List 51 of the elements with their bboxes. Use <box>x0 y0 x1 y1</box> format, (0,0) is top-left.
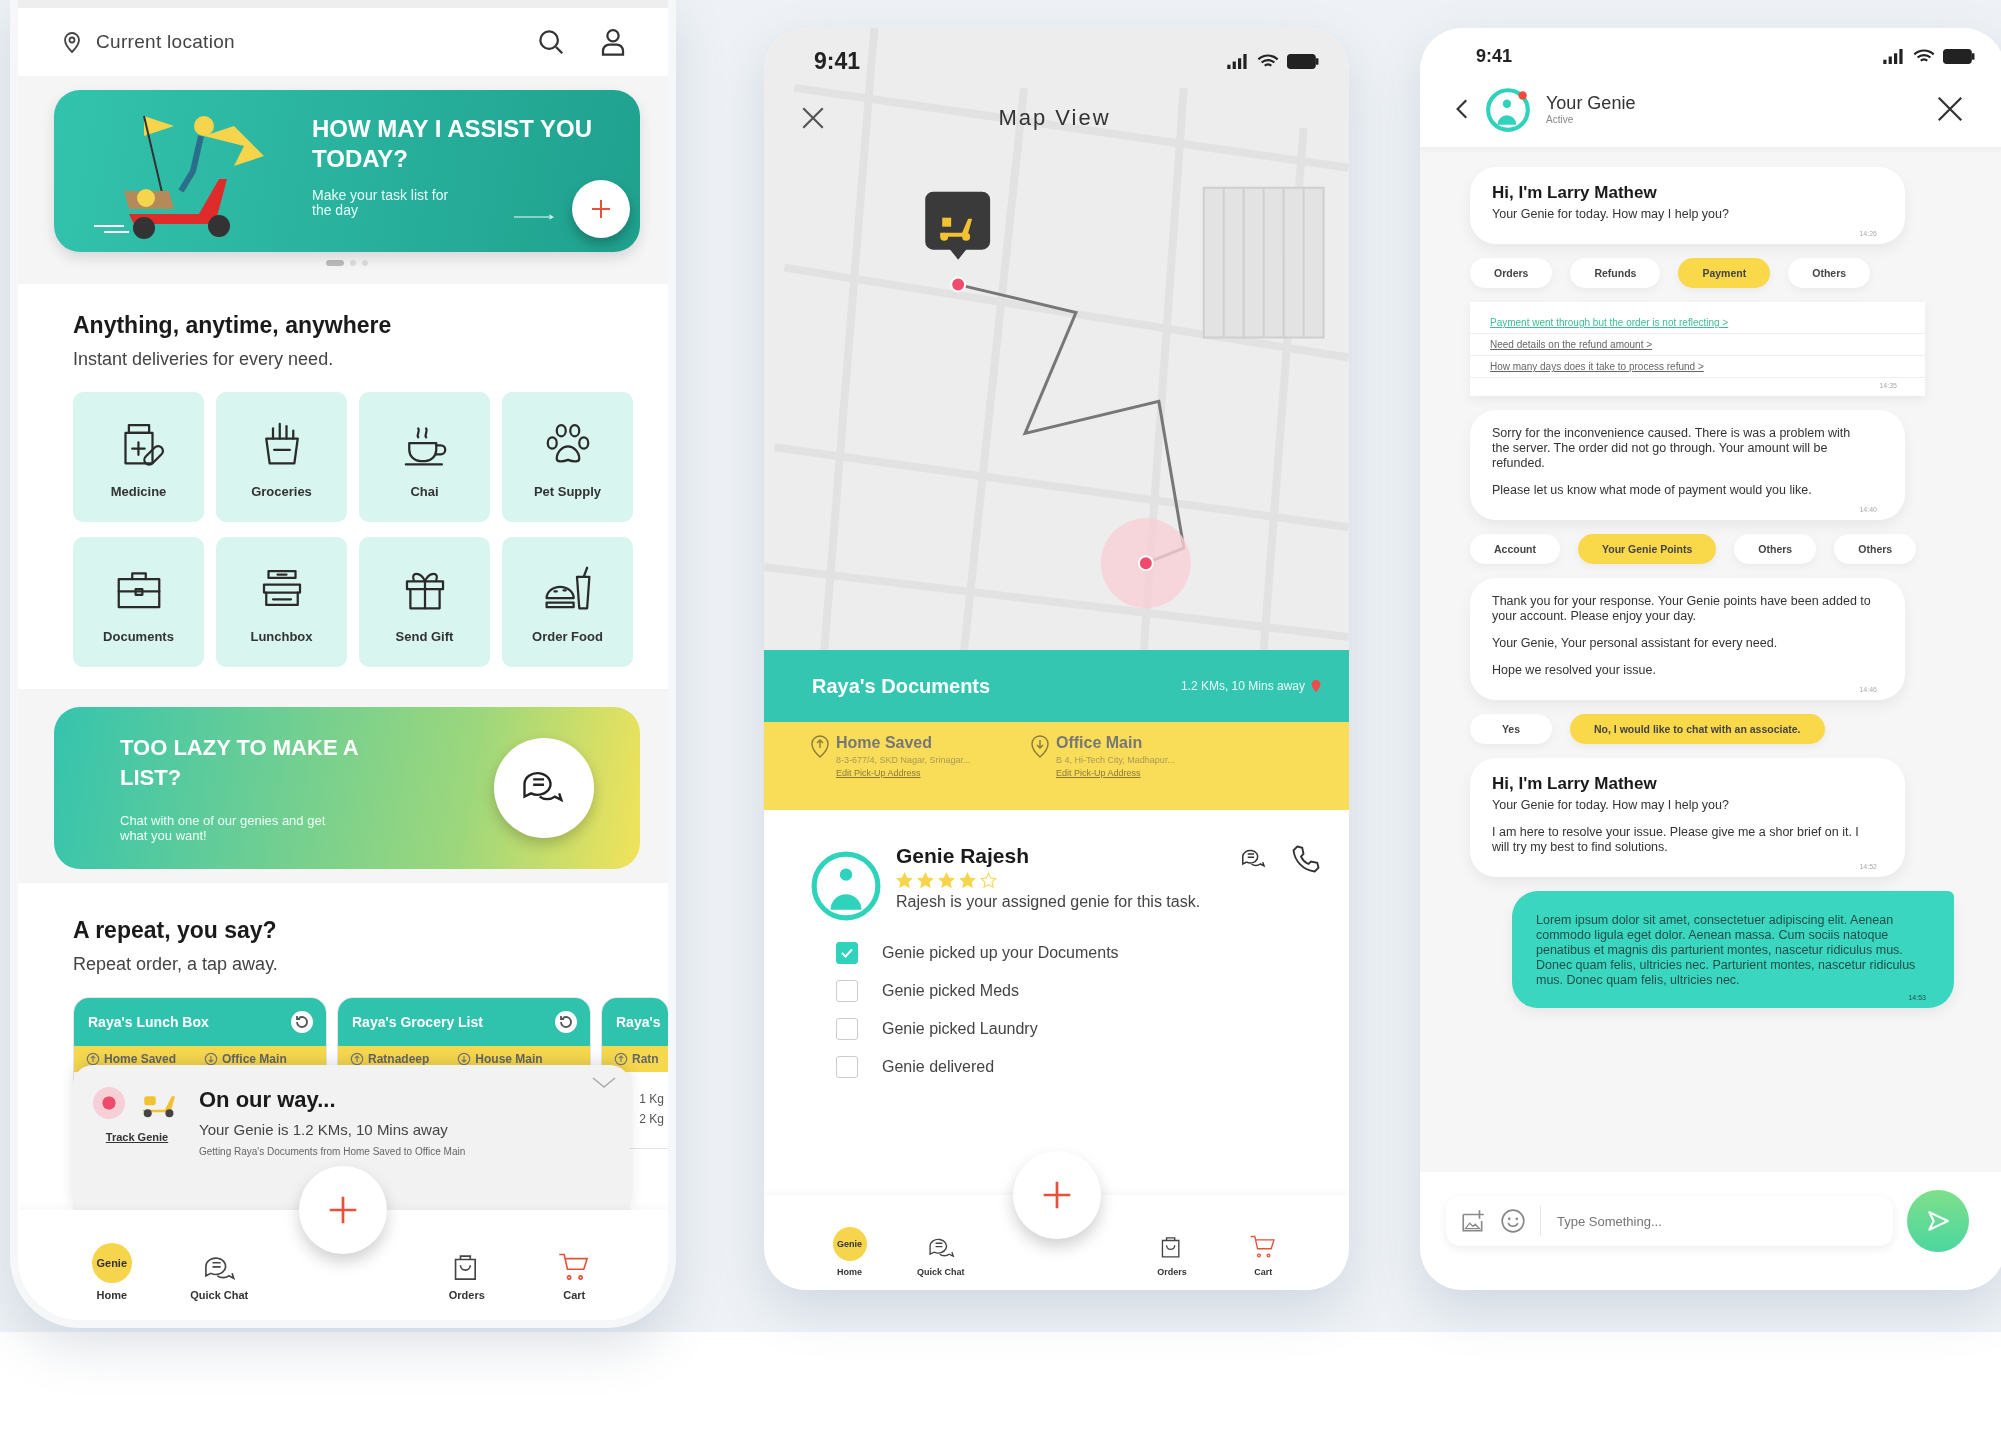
tracking-title: On our way... <box>199 1087 337 1113</box>
banner-title: HOW MAY I ASSIST YOU TODAY? <box>312 114 594 174</box>
section-subtitle: Repeat order, a tap away. <box>73 954 279 975</box>
genie-note: Rajesh is your assigned genie for this task. <box>896 893 1202 911</box>
message-text: Your Genie, Your personal assistant for every need. <box>1492 636 1779 651</box>
address-name: Office Main <box>1056 734 1144 752</box>
order-title: Raya's Documents <box>812 674 992 698</box>
drop-location: House Main <box>457 1052 543 1066</box>
address-name: Home Saved <box>836 734 934 752</box>
section-title: Anything, anytime, anywhere <box>73 312 393 339</box>
section-subtitle: Instant deliveries for every need. <box>73 349 335 370</box>
status-time: 9:41 <box>814 48 861 75</box>
tracking-distance: Your Genie is 1.2 KMs, 10 Mins away <box>199 1121 449 1138</box>
message-text: Please let us know what mode of payment would you like. <box>1492 483 1813 498</box>
message-text: Thank you for your response. Your Genie points have been added to your account. Please enjoy your day. <box>1492 594 1871 624</box>
message-text: Sorry for the inconvenience caused. There is was a problem with the server. The order did not go through. Your amount will be refunded. <box>1492 426 1852 471</box>
promo-title: TOO LAZY TO MAKE A LIST? <box>120 734 359 792</box>
banner-subtitle: Make your task list for the day <box>312 188 450 218</box>
message-title: Hi, I'm Larry Mathew <box>1492 183 1658 203</box>
message-text: Your Genie for today. How may I help you? <box>1492 207 1730 222</box>
address-line: B 4, Hi-Tech City, Madhapur... <box>1056 755 1175 765</box>
message-title: Hi, I'm Larry Mathew <box>1492 774 1658 794</box>
message-text: I am here to resolve your issue. Please give me a shor brief on it. I will try my best to find solutions. <box>1492 825 1860 855</box>
card-title: Raya's Lunch Box <box>88 1014 210 1030</box>
message-text: Your Genie for today. How may I help you? <box>1492 798 1730 813</box>
promo-subtitle: Chat with one of our genies and get what you want! <box>120 813 327 843</box>
message-text: Lorem ipsum dolor sit amet, consectetuer adipiscing elit. Aenean commodo ligula eget dolor. Aenean massa. Cum sociis natoque penatibus et magnis dis parturient montes, nascetur ridiculus mus. Donec quam felis, ultricies nec. Parturient montes, nascetur ridiculus mus. Donec quam felis, ultricies nec. <box>1536 913 1917 988</box>
item-quantity: 1 Kg <box>639 1092 664 1106</box>
order-eta: 1.2 KMs, 10 Mins away <box>1180 679 1305 693</box>
card-title: Raya's Grocery List <box>352 1014 484 1030</box>
step-label: Genie picked Meds <box>882 982 1019 1000</box>
step-label: Genie picked Laundry <box>882 1020 1038 1038</box>
pickup-location: Ratn <box>614 1052 659 1066</box>
drop-location: Office Main <box>204 1052 287 1066</box>
item-quantity: 2 Kg <box>639 1112 664 1126</box>
contact-name: Your Genie <box>1546 93 1636 114</box>
status-time: 9:41 <box>1476 46 1513 67</box>
message-text: Hope we resolved your issue. <box>1492 663 1657 678</box>
pickup-location: Ratnadeep <box>350 1052 430 1066</box>
genie-logo: Genie <box>832 1227 867 1261</box>
card-title: Raya's <box>616 1014 661 1030</box>
step-label: Genie picked up your Documents <box>882 944 1119 962</box>
pickup-location: Home Saved <box>86 1052 177 1066</box>
genie-logo: Genie <box>91 1243 132 1283</box>
tracking-details: Getting Raya's Documents from Home Saved to Office Main <box>199 1146 466 1157</box>
address-line: 8-3-677/4, SKD Nagar, Srinagar... <box>836 755 971 765</box>
section-title: A repeat, you say? <box>73 917 278 944</box>
step-label: Genie delivered <box>882 1058 995 1076</box>
genie-name: Genie Rajesh <box>896 844 1031 868</box>
contact-status: Active <box>1546 114 1575 125</box>
screen-title: Map View <box>998 105 1111 131</box>
